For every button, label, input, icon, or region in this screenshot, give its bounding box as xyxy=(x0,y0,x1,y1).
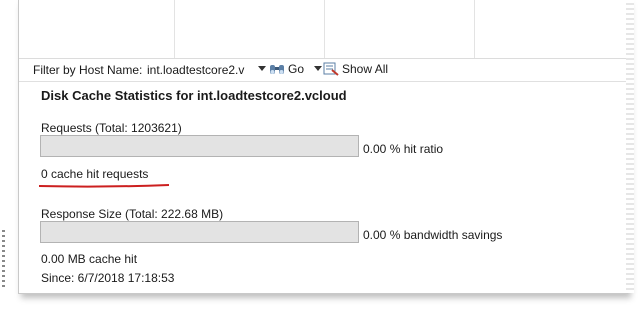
show-all-button[interactable]: Show All xyxy=(323,62,388,76)
torn-edge xyxy=(626,0,634,293)
stats-panel: Filter by Host Name: int.loadtestcore2.v… xyxy=(18,0,634,294)
section-title: Disk Cache Statistics for int.loadtestco… xyxy=(41,88,347,103)
filter-label: Filter by Host Name: xyxy=(33,63,143,77)
host-select[interactable]: int.loadtestcore2.v xyxy=(147,63,244,77)
response-size-total-label: Response Size (Total: 222.68 MB) xyxy=(41,207,224,221)
header-divider xyxy=(174,0,175,58)
cache-hit-size-text: 0.00 MB cache hit xyxy=(41,252,138,266)
go-dropdown-arrow-icon[interactable] xyxy=(314,66,322,71)
show-all-icon xyxy=(323,62,339,76)
header-strip xyxy=(19,0,628,59)
since-timestamp: Since: 6/7/2018 17:18:53 xyxy=(41,271,175,285)
host-dropdown-arrow-icon[interactable] xyxy=(258,66,266,71)
header-divider xyxy=(324,0,325,58)
hit-ratio-text: 0.00 % hit ratio xyxy=(363,142,444,156)
dotted-edge xyxy=(2,230,5,290)
go-label: Go xyxy=(288,62,305,76)
hit-ratio-bar xyxy=(40,135,359,157)
header-divider xyxy=(474,0,475,58)
cache-hit-requests-text: 0 cache hit requests xyxy=(41,167,149,181)
filter-toolbar: Filter by Host Name: int.loadtestcore2.v… xyxy=(19,59,628,82)
requests-total-label: Requests (Total: 1203621) xyxy=(41,121,182,135)
go-button[interactable]: Go xyxy=(269,62,304,76)
show-all-label: Show All xyxy=(342,62,389,76)
bandwidth-savings-bar xyxy=(40,221,359,243)
bandwidth-savings-text: 0.00 % bandwidth savings xyxy=(363,228,503,242)
annotation-underline xyxy=(39,184,169,188)
binoculars-icon xyxy=(270,65,284,74)
